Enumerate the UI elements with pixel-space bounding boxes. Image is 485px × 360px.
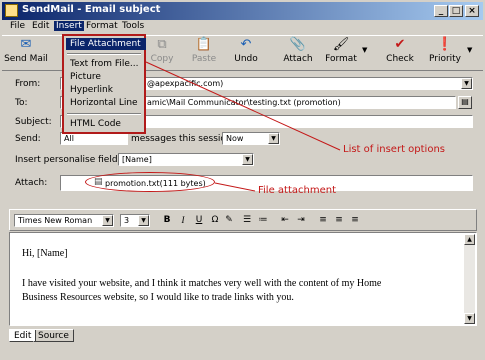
file-attachment-arrow [214, 182, 256, 192]
insert-menu-horizontal-line[interactable]: Horizontal Line [66, 97, 146, 109]
insert-menu-text-from-file[interactable]: Text from File... [66, 58, 146, 70]
insert-options-arrow [145, 61, 341, 151]
file-attachment-annotation: File attachment [258, 185, 336, 196]
insert-menu-file-attachment[interactable]: File Attachment [66, 38, 146, 50]
insert-menu-html-code[interactable]: HTML Code [66, 118, 146, 130]
insert-menu-dropdown: File Attachment Text from File... Pictur… [62, 34, 146, 134]
insert-menu-picture[interactable]: Picture [66, 71, 146, 83]
insert-options-annotation: List of insert options [343, 144, 445, 155]
insert-menu-hyperlink[interactable]: Hyperlink [66, 84, 146, 96]
sendmail-window: SendMail - Email subject _ □ × File Edit… [0, 0, 485, 360]
insert-menu-separator [67, 113, 141, 115]
insert-menu-separator [67, 53, 141, 55]
